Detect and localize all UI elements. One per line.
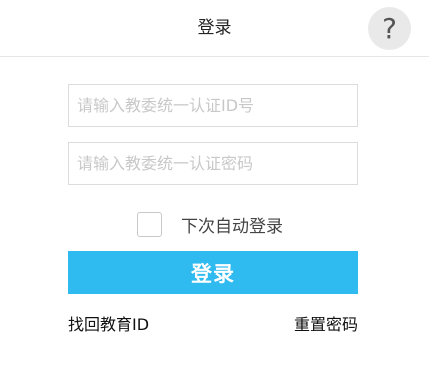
- auto-login-label: 下次自动登录: [181, 216, 283, 237]
- svg-text:?: ?: [382, 12, 397, 45]
- auto-login-checkbox[interactable]: [137, 211, 162, 237]
- question-mark-icon: ?: [382, 12, 397, 45]
- reset-password-link[interactable]: 重置密码: [294, 315, 358, 335]
- login-button[interactable]: 登录: [68, 251, 358, 294]
- auto-login-row[interactable]: 下次自动登录: [137, 211, 283, 237]
- find-id-link[interactable]: 找回教育ID: [68, 315, 149, 335]
- header-bar: 登录 ?: [0, 0, 429, 57]
- password-input[interactable]: [68, 142, 358, 185]
- help-button[interactable]: ?: [368, 7, 411, 50]
- page-title: 登录: [197, 18, 232, 38]
- login-page: 登录 ? 下次自动登录 登录 找回教育ID 重置密码: [0, 0, 429, 370]
- id-input[interactable]: [68, 84, 358, 127]
